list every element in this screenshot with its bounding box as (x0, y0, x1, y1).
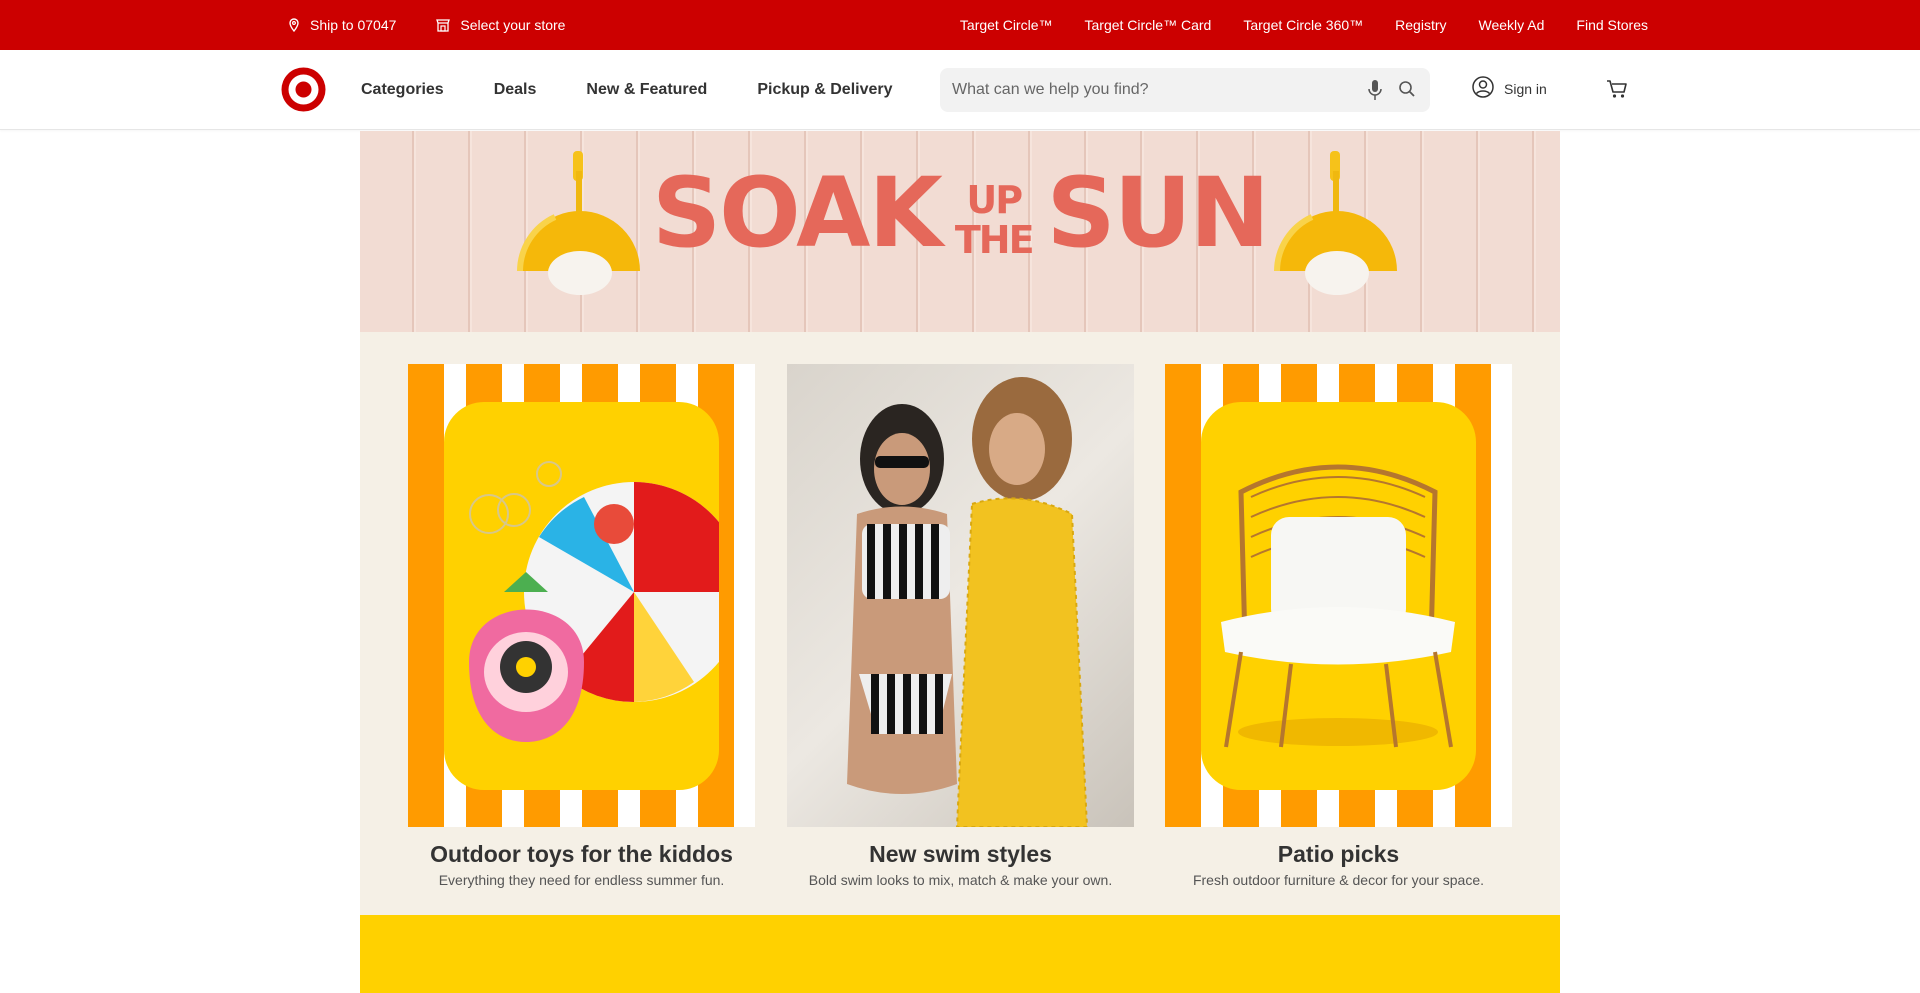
utility-links: Target Circle™ Target Circle™ Card Targe… (960, 0, 1648, 50)
hero-banner[interactable]: SOAK UP THE SUN (360, 131, 1560, 332)
main-nav: Categories Deals New & Featured Pickup &… (361, 50, 943, 130)
swim-styles-image (787, 364, 1134, 827)
sign-in-label: Sign in (1504, 80, 1547, 97)
hero-word-sun: SUN (1046, 157, 1270, 269)
utility-bar: Ship to 07047 Select your store Target C… (0, 0, 1920, 50)
category-cards: Outdoor toys for the kiddos Everything t… (360, 332, 1560, 915)
ship-to-link[interactable]: Ship to 07047 (288, 17, 396, 33)
hero-word-the: THE (954, 217, 1035, 262)
select-store-label: Select your store (460, 17, 566, 33)
microphone-icon[interactable] (1368, 79, 1382, 106)
sign-in-button[interactable]: Sign in (1472, 76, 1547, 101)
patio-picks-image (1165, 364, 1512, 827)
select-store-link[interactable]: Select your store (436, 17, 565, 33)
hero-word-up: UP (966, 177, 1023, 222)
search-input[interactable] (952, 68, 1332, 112)
hero-small-words: UP THE (954, 177, 1035, 262)
target-logo[interactable] (281, 67, 326, 112)
nav-new-featured[interactable]: New & Featured (586, 81, 707, 99)
wall-lamp-image (1272, 151, 1402, 301)
main-content: SOAK UP THE SUN Outdoor toys for the kid… (360, 131, 1560, 993)
search-icon[interactable] (1398, 80, 1416, 103)
yellow-panel (1201, 402, 1476, 790)
card-swim-styles[interactable]: New swim styles Bold swim looks to mix, … (787, 364, 1134, 888)
ship-to-label: Ship to 07047 (310, 17, 397, 33)
store-icon (436, 18, 451, 32)
find-stores-link[interactable]: Find Stores (1576, 17, 1648, 33)
card-subtitle: Bold swim looks to mix, match & make you… (808, 872, 1113, 888)
target-circle-card-link[interactable]: Target Circle™ Card (1085, 17, 1212, 33)
next-section-banner (360, 915, 1560, 993)
nav-categories[interactable]: Categories (361, 81, 444, 99)
yellow-panel (444, 402, 744, 790)
card-title: Outdoor toys for the kiddos (430, 841, 733, 867)
card-title: Patio picks (1277, 841, 1400, 867)
card-subtitle: Everything they need for endless summer … (438, 872, 725, 888)
nav-deals[interactable]: Deals (494, 81, 537, 99)
target-circle-link[interactable]: Target Circle™ (960, 17, 1053, 33)
utility-left: Ship to 07047 Select your store (288, 0, 605, 50)
weekly-ad-link[interactable]: Weekly Ad (1479, 17, 1545, 33)
card-patio-picks[interactable]: Patio picks Fresh outdoor furniture & de… (1165, 364, 1512, 888)
registry-link[interactable]: Registry (1395, 17, 1446, 33)
target-circle-360-link[interactable]: Target Circle 360™ (1243, 17, 1363, 33)
hero-word-soak: SOAK (652, 157, 943, 269)
main-header: Categories Deals New & Featured Pickup &… (0, 50, 1920, 130)
nav-pickup-delivery[interactable]: Pickup & Delivery (757, 81, 892, 99)
cart-icon[interactable] (1606, 79, 1628, 104)
card-outdoor-toys[interactable]: Outdoor toys for the kiddos Everything t… (408, 364, 755, 888)
outdoor-toys-image (408, 364, 755, 827)
account-icon (1472, 76, 1494, 101)
card-subtitle: Fresh outdoor furniture & decor for your… (1192, 872, 1485, 888)
card-title: New swim styles (869, 841, 1052, 867)
search-bar (940, 68, 1430, 112)
location-pin-icon (288, 18, 300, 32)
